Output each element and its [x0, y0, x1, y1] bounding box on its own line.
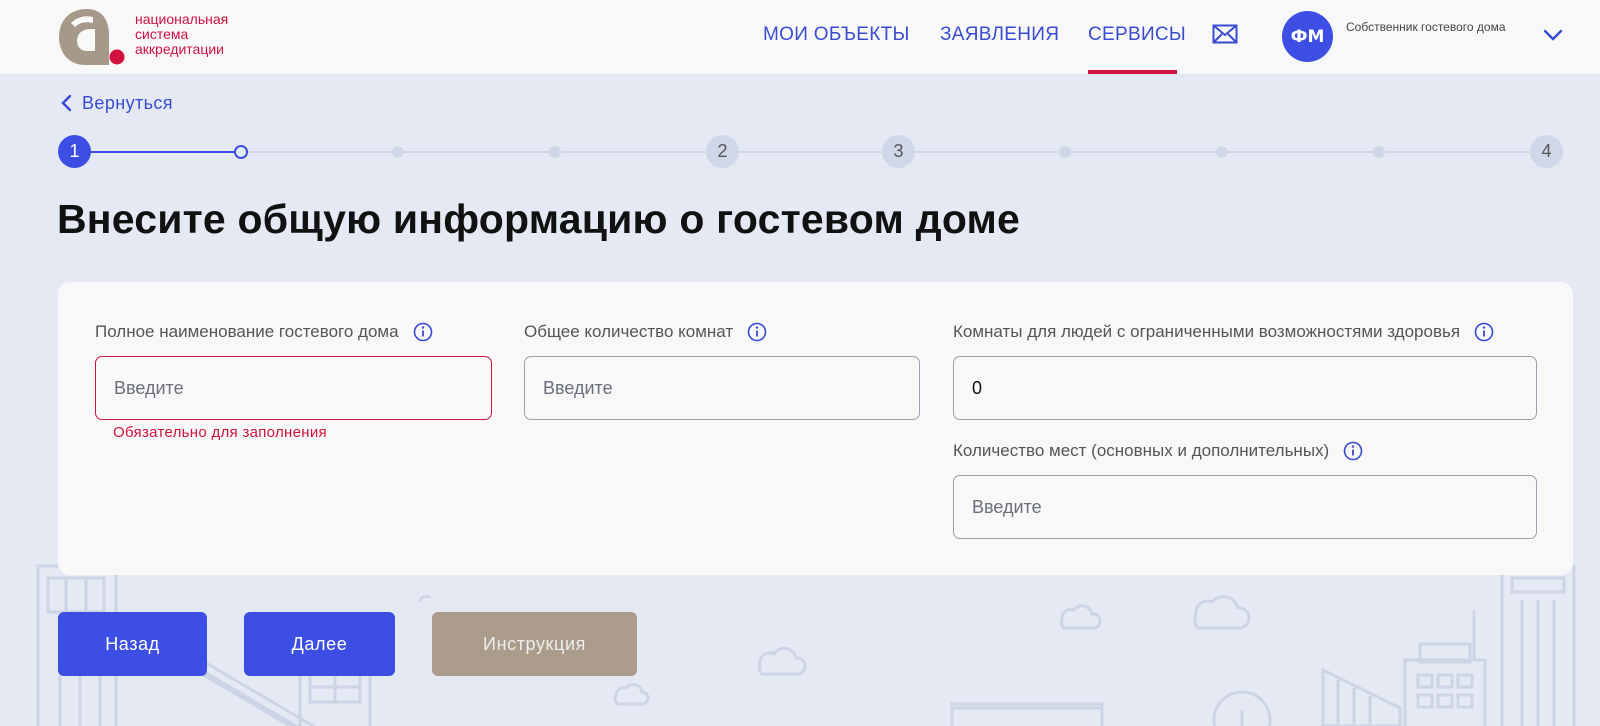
places-count-input[interactable] [953, 475, 1537, 539]
step-substep [1059, 146, 1071, 158]
info-icon[interactable] [1343, 441, 1363, 461]
step-substep-current [234, 145, 248, 159]
full-name-error: Обязательно для заполнения [113, 424, 327, 441]
back-button[interactable]: Назад [58, 612, 207, 676]
progress-stepper: 1 2 3 4 [0, 130, 1600, 174]
instruction-button[interactable]: Инструкция [432, 612, 637, 676]
step-substep [392, 146, 404, 158]
logo-text: национальная система аккредитации [135, 11, 229, 57]
rooms-accessible-input[interactable] [953, 356, 1537, 420]
field-places-count-label: Количество мест (основных и дополнительн… [953, 441, 1363, 461]
info-icon[interactable] [413, 322, 433, 342]
places-count-label-text: Количество мест (основных и дополнительн… [953, 441, 1330, 460]
step-substep [549, 146, 561, 158]
field-rooms-total-label: Общее количество комнат [524, 322, 767, 342]
page-title: Внесите общую информацию о гостевом доме [57, 196, 1021, 242]
back-link[interactable]: Вернуться [60, 92, 173, 114]
field-full-name-label: Полное наименование гостевого дома [95, 322, 433, 342]
step-3: 3 [882, 135, 915, 168]
next-button[interactable]: Далее [244, 612, 395, 676]
stepper-line-done [74, 151, 240, 153]
avatar[interactable]: ФМ [1282, 11, 1333, 62]
step-substep [1373, 146, 1385, 158]
nav-applications[interactable]: ЗАЯВЛЕНИЯ [940, 24, 1059, 46]
mail-icon[interactable] [1212, 24, 1238, 44]
info-icon[interactable] [747, 322, 767, 342]
logo[interactable]: национальная система аккредитации [57, 7, 247, 67]
rooms-accessible-label-text: Комнаты для людей с ограниченными возмож… [953, 322, 1461, 341]
full-name-input[interactable] [95, 356, 492, 420]
step-4: 4 [1530, 135, 1563, 168]
field-rooms-accessible-label: Комнаты для людей с ограниченными возмож… [953, 322, 1494, 342]
nav-services[interactable]: СЕРВИСЫ [1088, 24, 1186, 46]
rooms-total-label-text: Общее количество комнат [524, 322, 734, 341]
info-icon[interactable] [1474, 322, 1494, 342]
nav-active-indicator [1088, 70, 1177, 74]
top-header: национальная система аккредитации МОИ ОБ… [0, 0, 1600, 75]
full-name-label-text: Полное наименование гостевого дома [95, 322, 399, 341]
user-role[interactable]: Собственник гостевого дома [1346, 20, 1506, 34]
chevron-down-icon[interactable] [1543, 28, 1563, 42]
step-2: 2 [706, 135, 739, 168]
logo-mark-icon [59, 9, 125, 65]
step-substep [1216, 146, 1228, 158]
step-1: 1 [58, 135, 91, 168]
chevron-left-icon [61, 94, 72, 112]
back-link-label: Вернуться [82, 92, 173, 113]
nav-my-objects[interactable]: МОИ ОБЪЕКТЫ [763, 24, 910, 46]
rooms-total-input[interactable] [524, 356, 920, 420]
